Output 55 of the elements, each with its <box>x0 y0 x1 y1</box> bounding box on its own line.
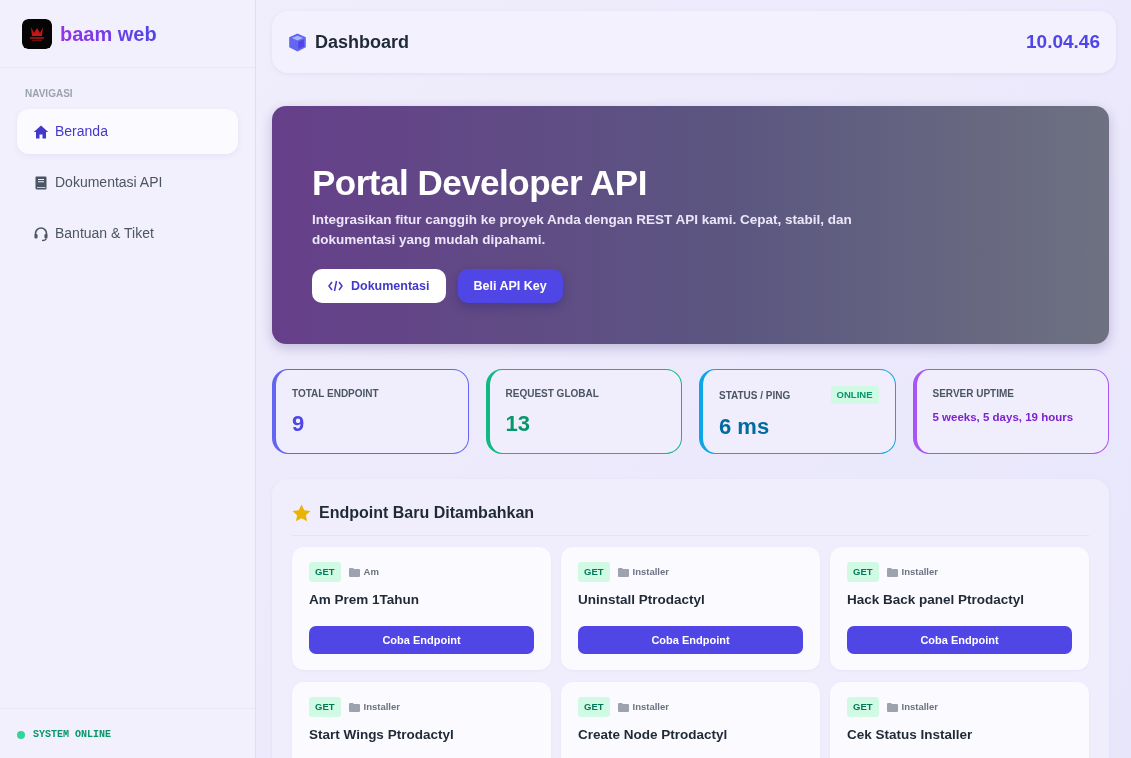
logo-icon <box>22 18 52 49</box>
endpoint-name: Create Node Ptrodactyl <box>578 726 729 744</box>
try-button[interactable]: Coba Endpoint <box>578 626 803 654</box>
endpoint-name: Uninstall Ptrodactyl <box>578 591 706 609</box>
docs-button[interactable]: Dokumentasi <box>312 268 446 304</box>
stat-label: STATUS / PING <box>719 388 791 403</box>
method-badge: GET <box>309 696 341 718</box>
page-title: Dashboard <box>315 30 410 54</box>
try-button[interactable]: Coba Endpoint <box>847 626 1072 654</box>
nav-item[interactable]: Dokumentasi API <box>17 160 238 205</box>
hero-title: Portal Developer API <box>312 162 648 204</box>
endpoint-name: Hack Back panel Ptrodactyl <box>847 591 1026 609</box>
method-badge: GET <box>309 561 341 583</box>
try-button[interactable]: Coba Endpoint <box>309 626 534 654</box>
folder-icon <box>886 702 898 712</box>
buy-button[interactable]: Beli API Key <box>457 268 563 304</box>
status-badge: ONLINE <box>830 386 879 405</box>
folder-icon <box>348 567 360 577</box>
star-icon <box>292 504 311 522</box>
method-badge: GET <box>578 696 610 718</box>
endpoint-name: Cek Status Installer <box>847 726 974 744</box>
category-label: Am <box>363 564 379 579</box>
book-icon <box>33 174 49 191</box>
stat-label: REQUEST GLOBAL <box>505 387 599 401</box>
headset-icon <box>33 225 49 242</box>
stat-value: 5 weeks, 5 days, 19 hours <box>932 410 1075 425</box>
nav-item[interactable]: Beranda <box>17 109 238 154</box>
section-title: Endpoint Baru Ditambahkan <box>319 503 535 523</box>
category-label: Installer <box>632 564 669 579</box>
cube-icon <box>288 32 307 52</box>
clock-time: 10.04.46 <box>1026 29 1100 54</box>
endpoint-name: Am Prem 1Tahun <box>309 591 421 609</box>
home-icon <box>33 123 49 140</box>
stat-label: TOTAL ENDPOINT <box>292 387 379 401</box>
folder-icon <box>348 702 360 712</box>
stat-value: 13 <box>505 410 531 438</box>
endpoint-name: Start Wings Ptrodactyl <box>309 726 455 744</box>
stat-value: 9 <box>292 410 306 438</box>
category-label: Installer <box>901 699 938 714</box>
hero-description: Integrasikan fitur canggih ke proyek Anda dengan REST API kami. Cepat, stabil, dan dokumentasi yang mudah dipahami. <box>312 211 853 250</box>
stat-label: SERVER UPTIME <box>932 387 1014 401</box>
folder-icon <box>617 702 629 712</box>
status-text: SYSTEM ONLINE <box>33 728 111 742</box>
nav-item[interactable]: Bantuan & Tiket <box>17 211 238 256</box>
stat-value: 6 ms <box>719 413 771 442</box>
folder-icon <box>617 567 629 577</box>
category-label: Installer <box>632 699 669 714</box>
code-icon <box>328 279 343 292</box>
folder-icon <box>886 567 898 577</box>
method-badge: GET <box>847 561 879 583</box>
category-label: Installer <box>901 564 938 579</box>
method-badge: GET <box>847 696 879 718</box>
section-label: NAVIGASI <box>24 87 74 101</box>
category-label: Installer <box>363 699 400 714</box>
method-badge: GET <box>578 561 610 583</box>
